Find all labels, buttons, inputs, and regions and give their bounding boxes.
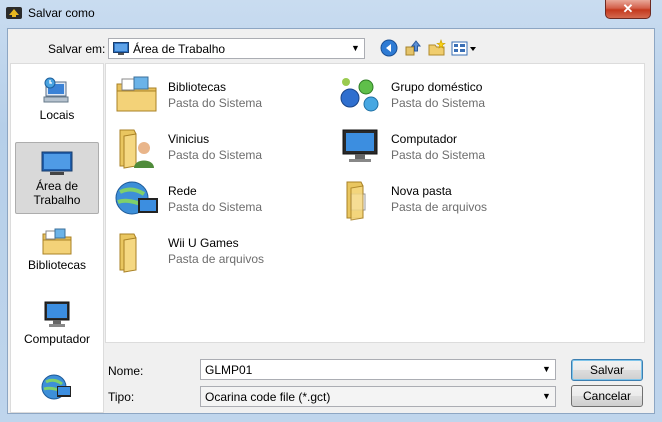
- computer-icon: [44, 301, 70, 327]
- user-folder-icon: [119, 129, 154, 169]
- place-locais[interactable]: Locais: [15, 72, 99, 138]
- folder-icon: [119, 233, 137, 273]
- close-icon: ✕: [622, 1, 634, 16]
- item-type: Pasta do Sistema: [168, 96, 263, 110]
- new-folder-icon[interactable]: [428, 39, 446, 57]
- libraries-icon: [42, 228, 72, 255]
- close-button[interactable]: ✕: [605, 0, 651, 19]
- desktop-icon: [113, 42, 129, 55]
- place-label: Bibliotecas: [27, 258, 87, 272]
- filename-field[interactable]: GLMP01 ▼: [200, 359, 556, 380]
- dialog-client-area: Salvar em: Área de Trabalho ▼ Locais Áre…: [7, 28, 655, 414]
- item-name: Bibliotecas: [168, 80, 227, 94]
- place-area-de-trabalho[interactable]: Área de Trabalho: [15, 142, 99, 214]
- libraries-icon: [116, 76, 157, 112]
- place-rede[interactable]: [15, 368, 99, 408]
- app-icon: [6, 7, 22, 19]
- computer-icon: [342, 129, 378, 162]
- homegroup-icon: [340, 78, 379, 112]
- item-name: Vinicius: [168, 132, 210, 146]
- list-item-nova-pasta[interactable]: Nova pasta Pasta de arquivos: [337, 176, 557, 222]
- up-folder-icon[interactable]: [404, 39, 422, 57]
- save-button[interactable]: Salvar: [571, 359, 643, 381]
- item-type: Pasta de arquivos: [391, 200, 488, 214]
- filetype-dropdown[interactable]: Ocarina code file (*.gct) ▼: [200, 386, 556, 407]
- network-icon: [41, 374, 71, 400]
- window-title: Salvar como: [28, 6, 95, 20]
- file-list: Bibliotecas Pasta do Sistema Grupo domés…: [105, 63, 645, 343]
- filetype-value: Ocarina code file (*.gct): [205, 390, 331, 404]
- places-bar: Locais Área de Trabalho Bibliotecas Comp…: [10, 63, 104, 413]
- place-label: Computador: [23, 332, 91, 346]
- list-item-bibliotecas[interactable]: Bibliotecas Pasta do Sistema: [114, 72, 334, 118]
- list-item-wii-u-games[interactable]: Wii U Games Pasta de arquivos: [114, 228, 334, 274]
- filename-value: GLMP01: [205, 363, 253, 377]
- save-as-dialog: Salvar como ✕ Salvar em: Área de Trabalh…: [0, 0, 662, 422]
- location-value: Área de Trabalho: [133, 42, 226, 56]
- item-name: Computador: [391, 132, 458, 146]
- place-label: Área de Trabalho: [33, 179, 81, 207]
- chevron-down-icon[interactable]: ▼: [347, 39, 364, 58]
- recent-places-icon: [43, 77, 69, 103]
- location-label: Salvar em:: [48, 42, 106, 56]
- place-label: Locais: [39, 108, 75, 122]
- item-type: Pasta do Sistema: [391, 148, 486, 162]
- folder-icon: [346, 181, 366, 221]
- item-type: Pasta do Sistema: [168, 200, 263, 214]
- list-item-computador[interactable]: Computador Pasta do Sistema: [337, 124, 557, 170]
- item-type: Pasta do Sistema: [391, 96, 486, 110]
- list-item-rede[interactable]: Rede Pasta do Sistema: [114, 176, 334, 222]
- item-type: Pasta do Sistema: [168, 148, 263, 162]
- network-icon: [115, 181, 158, 215]
- place-bibliotecas[interactable]: Bibliotecas: [15, 220, 99, 292]
- back-icon[interactable]: [380, 39, 398, 57]
- desktop-icon: [41, 151, 73, 175]
- item-name: Rede: [168, 184, 197, 198]
- item-name: Nova pasta: [391, 184, 452, 198]
- filetype-label: Tipo:: [108, 390, 135, 404]
- chevron-down-icon[interactable]: ▼: [538, 360, 555, 379]
- item-type: Pasta de arquivos: [168, 252, 265, 266]
- list-item-grupo-domestico[interactable]: Grupo doméstico Pasta do Sistema: [337, 72, 557, 118]
- list-item-vinicius[interactable]: Vinicius Pasta do Sistema: [114, 124, 334, 170]
- chevron-down-icon[interactable]: ▼: [538, 387, 555, 406]
- place-computador[interactable]: Computador: [15, 294, 99, 366]
- cancel-button[interactable]: Cancelar: [571, 385, 643, 407]
- title-bar[interactable]: Salvar como ✕: [0, 0, 662, 28]
- item-name: Grupo doméstico: [391, 80, 483, 94]
- filename-label: Nome:: [108, 364, 144, 378]
- item-name: Wii U Games: [168, 236, 239, 250]
- location-dropdown[interactable]: Área de Trabalho ▼: [108, 38, 365, 59]
- view-menu-icon[interactable]: [451, 39, 477, 57]
